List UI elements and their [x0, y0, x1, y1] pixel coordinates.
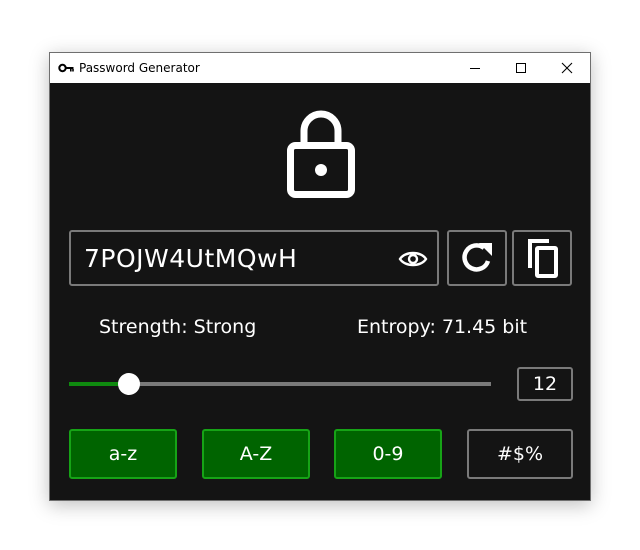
lock-icon	[287, 110, 355, 198]
close-button[interactable]	[544, 53, 590, 83]
symbols-toggle[interactable]: #$%	[467, 429, 573, 479]
content-area: 7POJW4UtMQwH Strength: Strong Entropy: 7…	[50, 83, 590, 500]
length-value[interactable]: 12	[517, 367, 573, 401]
window-title: Password Generator	[79, 61, 200, 75]
password-value[interactable]: 7POJW4UtMQwH	[84, 245, 297, 273]
minimize-button[interactable]	[452, 53, 498, 83]
title-bar[interactable]: Password Generator	[50, 53, 590, 83]
slider-thumb[interactable]	[118, 373, 140, 395]
digits-toggle[interactable]: 0-9	[334, 429, 442, 479]
eye-icon[interactable]	[398, 248, 428, 270]
lowercase-toggle[interactable]: a-z	[69, 429, 177, 479]
copy-button[interactable]	[512, 230, 572, 286]
strength-label: Strength: Strong	[99, 316, 257, 338]
maximize-icon	[516, 63, 526, 73]
uppercase-toggle[interactable]: A-Z	[202, 429, 310, 479]
maximize-button[interactable]	[498, 53, 544, 83]
password-field[interactable]: 7POJW4UtMQwH	[69, 230, 439, 286]
regenerate-button[interactable]	[447, 230, 507, 286]
length-slider[interactable]	[69, 373, 491, 395]
key-icon	[58, 63, 74, 73]
refresh-icon	[462, 243, 492, 272]
password-generator-window: Password Generator 7POJW4UtMQwH Strength…	[49, 52, 591, 501]
close-icon	[561, 62, 573, 74]
minimize-icon	[470, 68, 480, 69]
entropy-label: Entropy: 71.45 bit	[357, 316, 528, 338]
copy-icon	[528, 239, 558, 278]
